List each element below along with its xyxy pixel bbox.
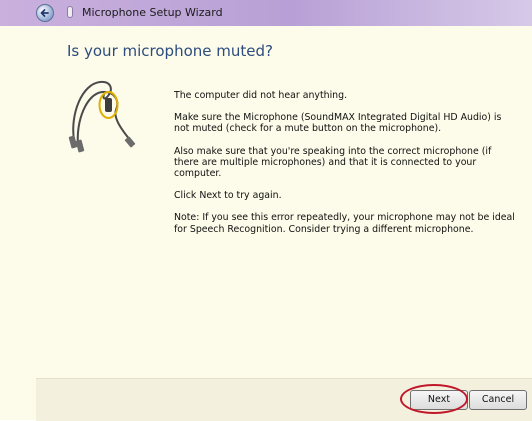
- microphone-cable-illustration: [68, 80, 136, 153]
- correct-mic-instruction: Also make sure that you're speaking into…: [174, 145, 492, 180]
- mute-instruction: Make sure the Microphone (SoundMAX Integ…: [174, 112, 502, 135]
- next-button-highlight: [400, 384, 468, 414]
- wizard-window: Microphone Setup Wizard Is your micropho…: [0, 0, 532, 421]
- window-title: Microphone Setup Wizard: [82, 6, 223, 19]
- instructions: The computer did not hear anything. Make…: [174, 90, 519, 246]
- status-text: The computer did not hear anything.: [174, 90, 348, 101]
- back-button[interactable]: [36, 4, 54, 22]
- cancel-button[interactable]: Cancel: [469, 390, 527, 410]
- retry-instruction: Click Next to try again.: [174, 190, 282, 202]
- microphone-icon: [67, 6, 73, 18]
- page-heading: Is your microphone muted?: [67, 42, 273, 60]
- title-bar: Microphone Setup Wizard: [0, 0, 532, 26]
- back-arrow-icon: [40, 9, 49, 17]
- note-text: Note: If you see this error repeatedly, …: [174, 212, 515, 235]
